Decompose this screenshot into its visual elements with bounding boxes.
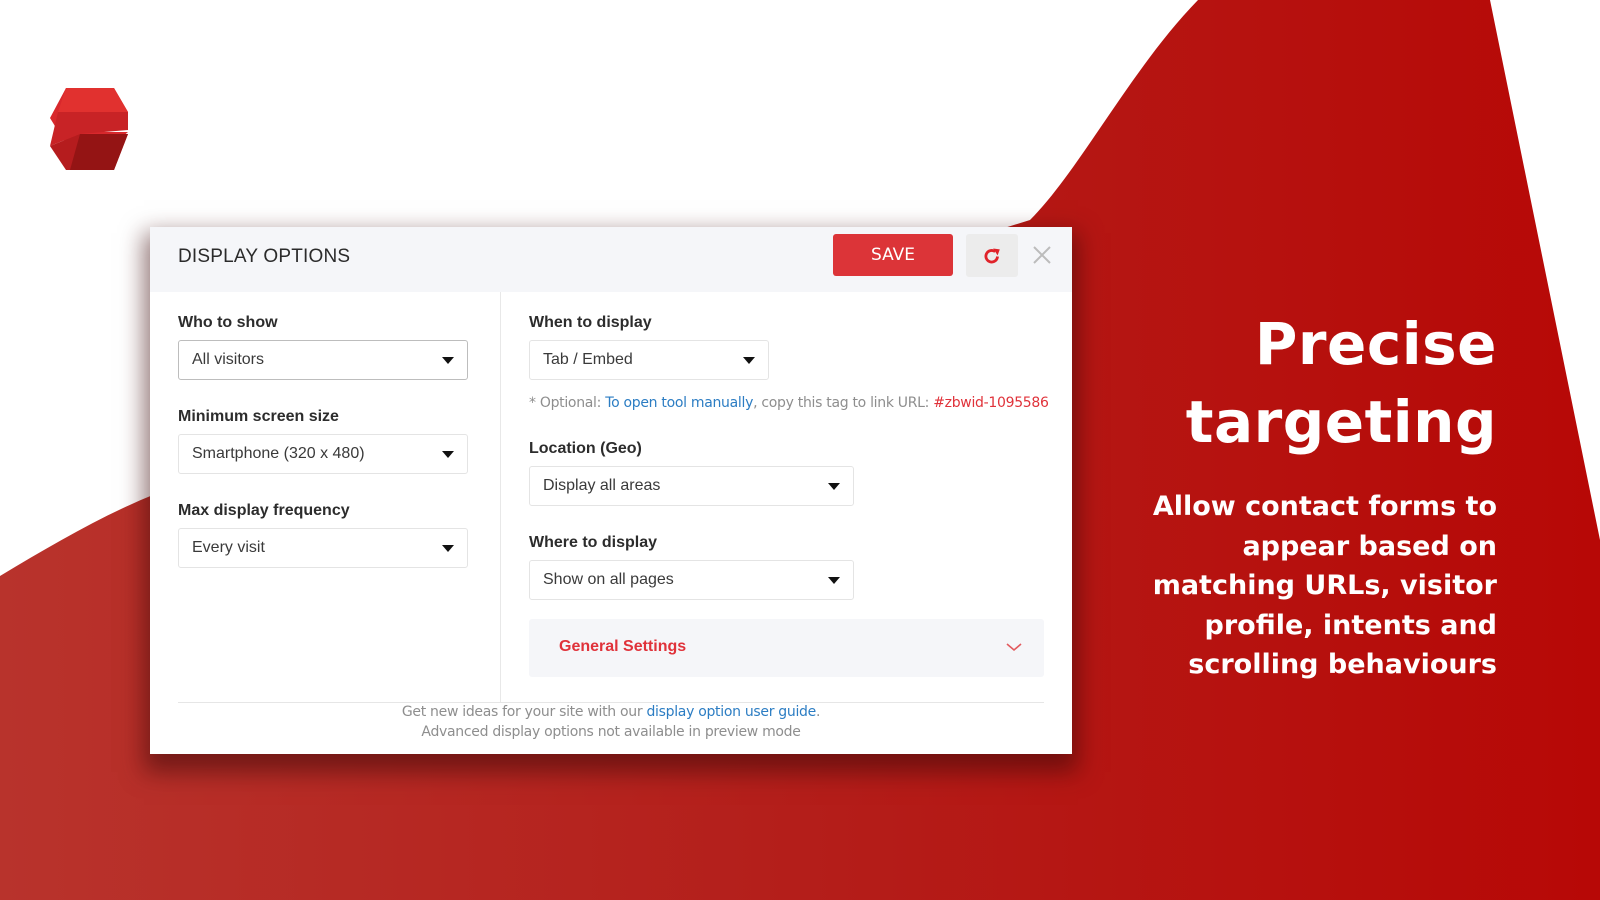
z-logo-icon [50, 88, 128, 170]
widget-tag: #zbwid-1095586 [933, 395, 1049, 411]
open-tool-manually-link[interactable]: To open tool manually [605, 395, 753, 411]
min-screen-size-value: Smartphone (320 x 480) [192, 445, 365, 462]
promo-line: appear based on [1242, 530, 1497, 562]
hint-prefix: * Optional: [529, 395, 606, 411]
user-guide-link[interactable]: display option user guide [646, 704, 816, 720]
panel-title: DISPLAY OPTIONS [178, 246, 351, 267]
who-to-show-label: Who to show [178, 314, 278, 331]
refresh-icon [984, 248, 1000, 263]
close-button[interactable] [1030, 243, 1054, 267]
when-to-display-label: When to display [529, 314, 652, 331]
promo-title: Precise targeting [1186, 305, 1497, 461]
who-to-show-select[interactable]: All visitors [178, 340, 468, 380]
caret-down-icon [828, 577, 840, 584]
location-value: Display all areas [543, 477, 661, 494]
save-button[interactable]: SAVE [833, 234, 953, 276]
footer-guide-text: Get new ideas for your site with our dis… [150, 704, 1072, 720]
promo-line: matching URLs, visitor [1152, 570, 1497, 601]
hint-middle: , copy this tag to link URL: [753, 395, 934, 411]
promo-line: Allow contact forms to [1152, 491, 1497, 522]
column-divider [500, 292, 501, 702]
caret-down-icon [442, 545, 454, 552]
max-frequency-value: Every visit [192, 539, 265, 556]
promo-title-line: targeting [1185, 388, 1497, 456]
location-label: Location (Geo) [529, 440, 642, 457]
display-options-panel: DISPLAY OPTIONS SAVE Who to show All vis… [150, 227, 1072, 754]
close-icon [1033, 246, 1051, 264]
chevron-down-icon [1006, 643, 1022, 652]
min-screen-size-select[interactable]: Smartphone (320 x 480) [178, 434, 468, 474]
promo-title-line: Precise [1254, 310, 1497, 378]
min-screen-size-label: Minimum screen size [178, 408, 339, 425]
where-to-display-value: Show on all pages [543, 571, 674, 588]
max-frequency-label: Max display frequency [178, 502, 350, 519]
where-to-display-label: Where to display [529, 534, 658, 551]
footer-divider [178, 702, 1044, 703]
manual-open-hint: * Optional: To open tool manually, copy … [529, 395, 1049, 411]
caret-down-icon [442, 451, 454, 458]
location-select[interactable]: Display all areas [529, 466, 854, 506]
preview-mode-note: Advanced display options not available i… [421, 724, 801, 740]
when-to-display-select[interactable]: Tab / Embed [529, 340, 769, 380]
caret-down-icon [828, 483, 840, 490]
max-frequency-select[interactable]: Every visit [178, 528, 468, 568]
footer-prefix: Get new ideas for your site with our [401, 704, 647, 720]
footer-suffix: . [815, 704, 821, 720]
general-settings-label: General Settings [559, 638, 687, 655]
refresh-button[interactable] [966, 234, 1018, 277]
who-to-show-value: All visitors [192, 351, 265, 368]
where-to-display-select[interactable]: Show on all pages [529, 560, 854, 600]
promo-description: Allow contact forms to appear based on m… [1097, 487, 1497, 685]
general-settings-accordion[interactable]: General Settings [529, 619, 1044, 677]
when-to-display-value: Tab / Embed [543, 351, 633, 368]
caret-down-icon [743, 357, 755, 364]
promo-line: profile, intents and [1204, 609, 1498, 641]
caret-down-icon [442, 357, 454, 364]
panel-header: DISPLAY OPTIONS SAVE [150, 227, 1072, 292]
promo-line: scrolling behaviours [1188, 649, 1497, 680]
